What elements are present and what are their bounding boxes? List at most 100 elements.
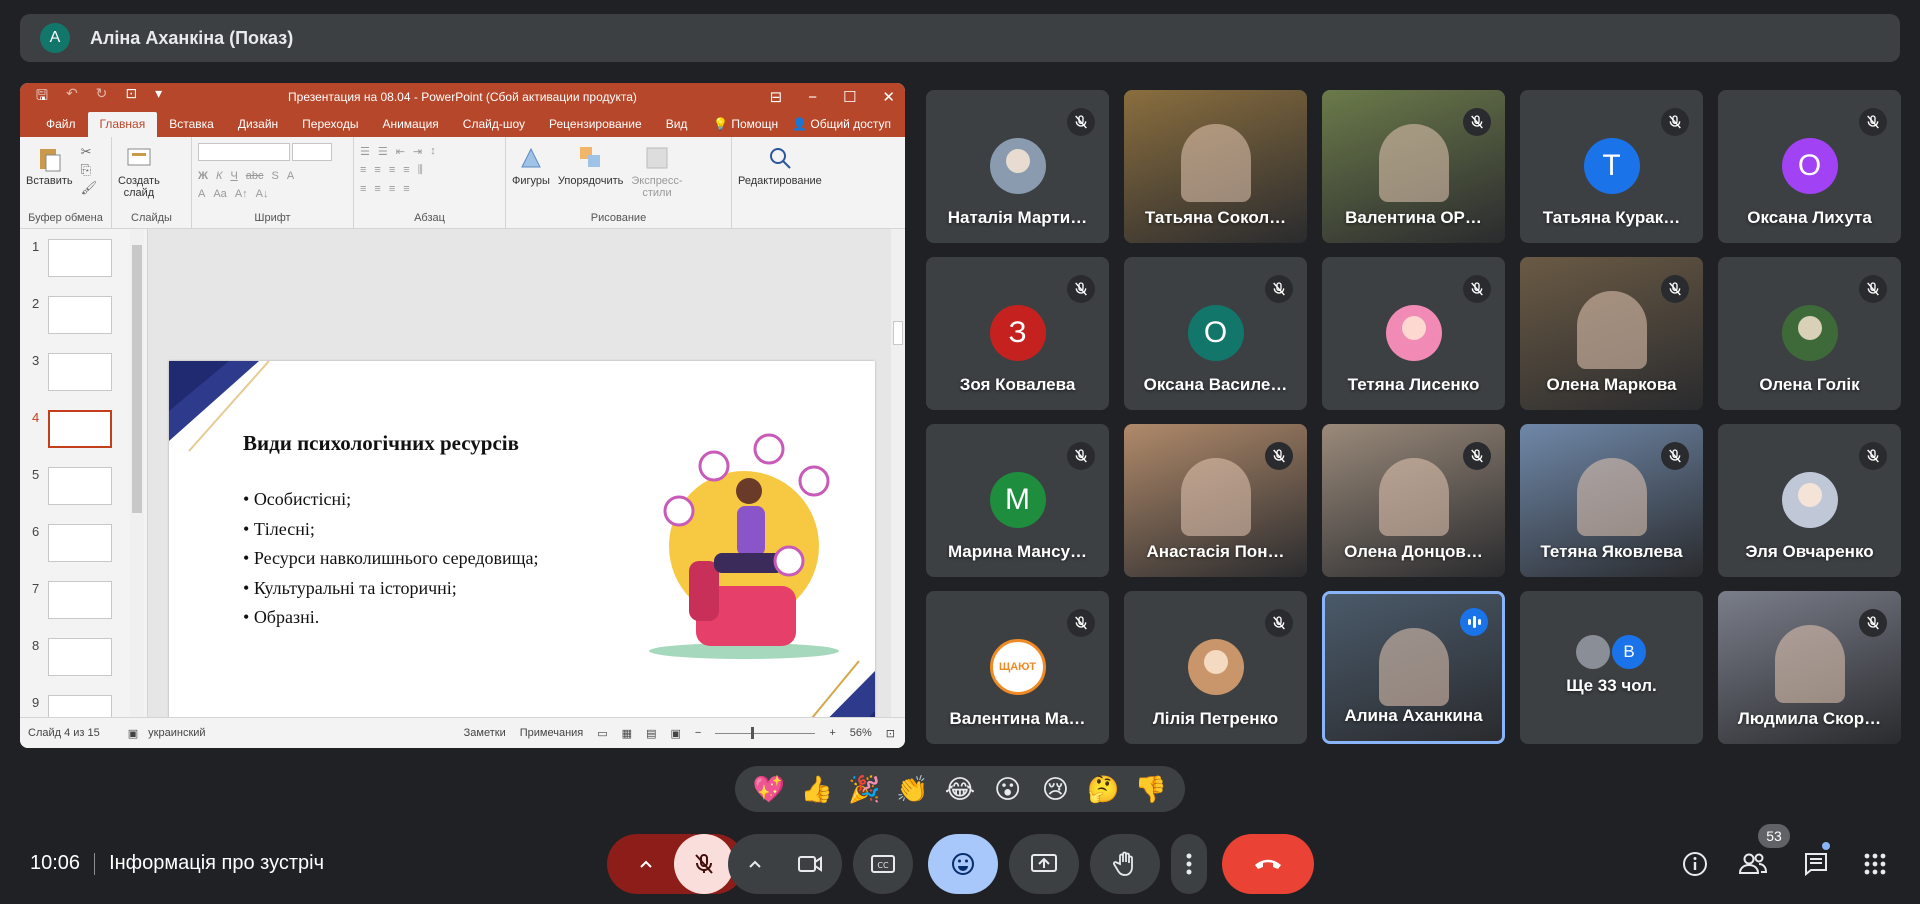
- comments-button[interactable]: Примечания: [520, 727, 584, 739]
- ribbon-tab[interactable]: Переходы: [290, 117, 370, 137]
- maximize-icon[interactable]: ☐: [843, 88, 856, 106]
- slide-thumbnail[interactable]: 5: [26, 467, 136, 509]
- participant-tile[interactable]: ЩАЮТ Валентина Ма…: [926, 591, 1109, 744]
- participant-tile[interactable]: Олена Маркова: [1520, 257, 1703, 410]
- ribbon-tab[interactable]: Слайд-шоу: [451, 117, 537, 137]
- share-button[interactable]: 👤 Общий доступ: [792, 117, 891, 131]
- reaction-emoji-icon[interactable]: 💖: [749, 774, 789, 805]
- participant-silhouette: [1180, 124, 1251, 202]
- ribbon-tab[interactable]: Анимация: [370, 117, 450, 137]
- participant-tile[interactable]: М Марина Мансу…: [926, 424, 1109, 577]
- language-indicator[interactable]: украинский: [148, 727, 205, 739]
- slide-thumbnail[interactable]: 7: [26, 581, 136, 623]
- slide-thumbnail[interactable]: 2: [26, 296, 136, 338]
- editing-button[interactable]: Редактирование: [738, 143, 822, 187]
- ribbon-tab[interactable]: Рецензирование: [537, 117, 654, 137]
- format-painter-icon[interactable]: 🖌: [81, 179, 98, 197]
- zoom-slider[interactable]: [715, 726, 816, 739]
- ribbon-options-icon[interactable]: ⊟: [770, 88, 783, 106]
- raise-hand-button[interactable]: [1090, 834, 1160, 894]
- fit-slide-icon[interactable]: ⊡: [886, 727, 895, 740]
- minimize-icon[interactable]: −: [808, 89, 817, 106]
- quick-styles-button[interactable]: Экспресс- стили: [631, 143, 683, 199]
- slide-scrollbar[interactable]: [891, 229, 905, 717]
- slideshow-view-icon[interactable]: ▣: [670, 727, 680, 740]
- ribbon-tab[interactable]: Дизайн: [226, 117, 290, 137]
- ribbon-tab[interactable]: Главная: [87, 112, 158, 137]
- notes-button[interactable]: Заметки: [464, 727, 506, 739]
- reaction-emoji-icon[interactable]: 🤔: [1083, 774, 1123, 805]
- participant-tile[interactable]: Алина Аханкина: [1322, 591, 1505, 744]
- muted-indicator: [1265, 609, 1293, 637]
- participant-tile[interactable]: Тетяна Лисенко: [1322, 257, 1505, 410]
- participant-tile[interactable]: Тетяна Яковлева: [1520, 424, 1703, 577]
- more-participants-tile[interactable]: В Ще 33 чол.: [1520, 591, 1703, 744]
- activities-button[interactable]: [1860, 849, 1890, 879]
- emoji-reactions-button[interactable]: [928, 834, 998, 894]
- participant-silhouette: [1378, 628, 1449, 706]
- slide-thumbnail[interactable]: 3: [26, 353, 136, 395]
- meeting-details-link[interactable]: Інформація про зустріч: [109, 852, 324, 875]
- reaction-emoji-icon[interactable]: 😂: [940, 774, 980, 805]
- participant-tile[interactable]: З Зоя Ковалева: [926, 257, 1109, 410]
- reaction-emoji-icon[interactable]: 😮: [988, 774, 1028, 805]
- slide-thumbnail[interactable]: 4: [26, 410, 136, 452]
- sorter-view-icon[interactable]: ▦: [622, 727, 632, 740]
- participant-tile[interactable]: Валентина ОР…: [1322, 90, 1505, 243]
- meeting-details-button[interactable]: [1680, 849, 1710, 879]
- slide-thumbnail[interactable]: 8: [26, 638, 136, 680]
- participant-tile[interactable]: Олена Донцов…: [1322, 424, 1505, 577]
- participant-name: Тетяна Яковлева: [1540, 542, 1683, 561]
- ribbon-tab[interactable]: Вид: [654, 117, 700, 137]
- slide-thumbnail[interactable]: 1: [26, 239, 136, 281]
- zoom-in-icon[interactable]: +: [829, 727, 835, 739]
- tell-me-button[interactable]: 💡 Помощн: [713, 117, 778, 131]
- cut-icon[interactable]: ✂: [81, 143, 98, 161]
- reaction-emoji-icon[interactable]: 🎉: [844, 774, 884, 805]
- participant-tile[interactable]: Наталія Марти…: [926, 90, 1109, 243]
- muted-indicator: [1661, 108, 1689, 136]
- camera-toggle-button[interactable]: [780, 854, 840, 874]
- camera-options-button[interactable]: [730, 859, 780, 869]
- reaction-emoji-icon[interactable]: 👎: [1131, 774, 1171, 805]
- ribbon-tab[interactable]: Файл: [34, 117, 88, 137]
- microphone-toggle-button[interactable]: [674, 834, 734, 894]
- zoom-out-icon[interactable]: −: [695, 727, 701, 739]
- present-screen-button[interactable]: [1009, 834, 1079, 894]
- people-button[interactable]: [1738, 849, 1768, 879]
- paste-button[interactable]: Вставить: [26, 143, 73, 187]
- participant-tile[interactable]: Татьяна Сокол…: [1124, 90, 1307, 243]
- participant-name: Эля Овчаренко: [1745, 542, 1874, 561]
- participant-silhouette: [1378, 458, 1449, 536]
- captions-button[interactable]: CC: [853, 834, 913, 894]
- clipboard-group: Вставить ✂ ⎘ 🖌 Буфер обмена: [20, 137, 112, 228]
- participant-tile[interactable]: Т Татьяна Курак…: [1520, 90, 1703, 243]
- normal-view-icon[interactable]: ▭: [597, 727, 607, 740]
- mic-options-button[interactable]: [618, 834, 674, 894]
- reaction-emoji-icon[interactable]: 👏: [892, 774, 932, 805]
- reaction-emoji-icon[interactable]: 👍: [797, 774, 837, 805]
- more-options-button[interactable]: [1171, 834, 1207, 894]
- spellcheck-icon[interactable]: ▣: [128, 727, 138, 740]
- participant-tile[interactable]: О Оксана Лихута: [1718, 90, 1901, 243]
- participant-tile[interactable]: Олена Голік: [1718, 257, 1901, 410]
- leave-call-button[interactable]: [1222, 834, 1314, 894]
- reading-view-icon[interactable]: ▤: [646, 727, 656, 740]
- font-size-input[interactable]: [292, 143, 332, 161]
- participant-tile[interactable]: О Оксана Василе…: [1124, 257, 1307, 410]
- participant-tile[interactable]: Лілія Петренко: [1124, 591, 1307, 744]
- arrange-button[interactable]: Упорядочить: [558, 143, 623, 187]
- close-icon[interactable]: ✕: [882, 88, 895, 106]
- copy-icon[interactable]: ⎘: [81, 161, 98, 179]
- new-slide-button[interactable]: Создать слайд: [118, 143, 160, 199]
- ribbon-tab[interactable]: Вставка: [157, 117, 226, 137]
- participant-tile[interactable]: Людмила Скор…: [1718, 591, 1901, 744]
- participant-tile[interactable]: Эля Овчаренко: [1718, 424, 1901, 577]
- zoom-level[interactable]: 56%: [850, 727, 872, 739]
- font-name-input[interactable]: [198, 143, 290, 161]
- reaction-emoji-icon[interactable]: 😢: [1035, 774, 1075, 805]
- shapes-button[interactable]: Фигуры: [512, 143, 550, 187]
- chat-button[interactable]: [1801, 849, 1831, 879]
- slide-thumbnail[interactable]: 6: [26, 524, 136, 566]
- participant-tile[interactable]: Анастасія Пон…: [1124, 424, 1307, 577]
